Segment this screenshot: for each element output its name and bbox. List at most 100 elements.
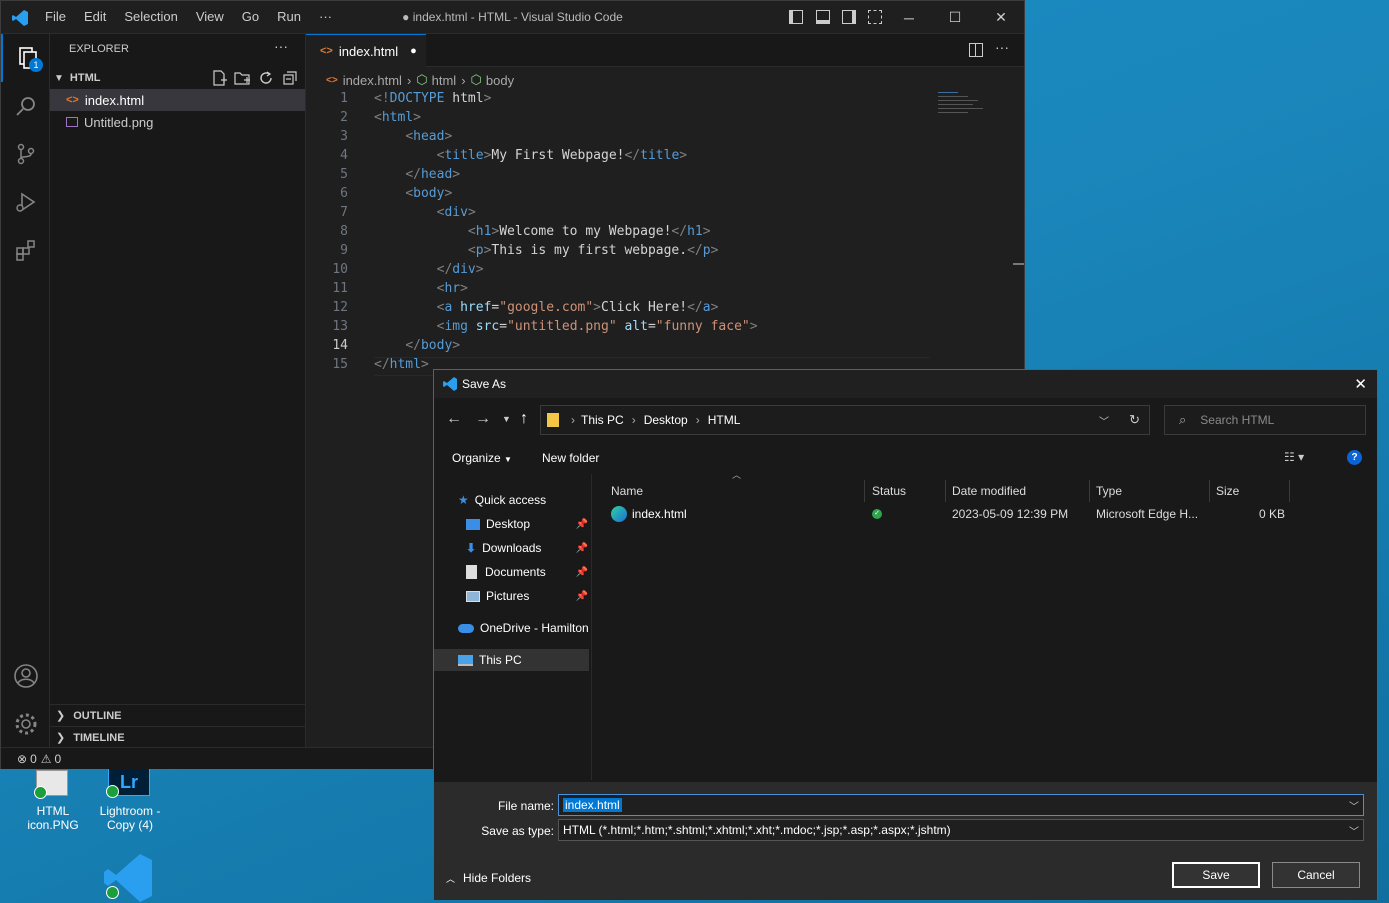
toggle-secondary-sidebar-icon[interactable]: [842, 10, 856, 24]
minimap[interactable]: [938, 90, 988, 118]
breadcrumb-item[interactable]: index.html: [343, 73, 402, 88]
desktop-icon-vscode[interactable]: [104, 852, 154, 903]
code-line[interactable]: <!DOCTYPE html>: [374, 91, 491, 106]
source-control-button[interactable]: [1, 130, 50, 178]
path-segment[interactable]: HTML: [708, 413, 741, 427]
tab-index-html[interactable]: <> index.html ●: [306, 34, 426, 67]
extensions-icon: [15, 240, 35, 261]
chevron-down-icon[interactable]: ﹀: [1099, 413, 1109, 428]
maximize-button[interactable]: ☐: [932, 1, 978, 34]
menu-run[interactable]: Run: [277, 9, 301, 24]
timeline-section[interactable]: ❯ TIMELINE: [50, 726, 305, 748]
nav-downloads[interactable]: ⬇ Downloads 📌: [466, 537, 588, 559]
hide-folders-button[interactable]: ︿ Hide Folders: [446, 871, 531, 885]
code-line[interactable]: <div>: [374, 205, 476, 220]
view-options-icon[interactable]: ☷ ▾: [1284, 450, 1304, 464]
refresh-icon[interactable]: ↻: [1129, 412, 1140, 428]
code-line[interactable]: </body>: [374, 338, 460, 353]
menu-file[interactable]: File: [45, 9, 66, 24]
menu-selection[interactable]: Selection: [124, 9, 177, 24]
outline-section[interactable]: ❯ OUTLINE: [50, 704, 305, 726]
search-button[interactable]: [1, 82, 50, 130]
breadcrumb-item[interactable]: body: [486, 73, 514, 88]
toggle-panel-icon[interactable]: [816, 10, 830, 24]
more-actions-icon[interactable]: ···: [995, 39, 1009, 55]
pin-icon[interactable]: 📌: [576, 519, 588, 530]
desktop-icon-html-png[interactable]: HTML icon.PNG: [22, 770, 84, 840]
nav-onedrive[interactable]: OneDrive - Hamilton: [458, 617, 589, 639]
cancel-button[interactable]: Cancel: [1272, 862, 1360, 888]
column-type[interactable]: Type: [1090, 480, 1210, 502]
menu-more[interactable]: ···: [319, 9, 332, 24]
code-line[interactable]: <html>: [374, 110, 421, 125]
chevron-down-icon[interactable]: ﹀: [1349, 823, 1359, 838]
back-arrow-icon[interactable]: ←: [446, 410, 462, 428]
organize-button[interactable]: Organize ▼: [452, 451, 512, 465]
code-line[interactable]: <hr>: [374, 281, 468, 296]
breadcrumb-item[interactable]: html: [432, 73, 457, 88]
new-folder-icon[interactable]: [234, 70, 250, 86]
file-row-index-html[interactable]: index.html ✓ 2023-05-09 12:39 PM Microso…: [605, 504, 1305, 526]
menu-edit[interactable]: Edit: [84, 9, 106, 24]
code-line[interactable]: <img src="untitled.png" alt="funny face"…: [374, 319, 758, 334]
new-folder-button[interactable]: New folder: [542, 451, 599, 465]
file-name-input[interactable]: index.html ﹀: [558, 794, 1364, 816]
dialog-close-icon[interactable]: ✕: [1354, 375, 1367, 393]
forward-arrow-icon[interactable]: →: [475, 410, 491, 428]
column-size[interactable]: Size: [1210, 480, 1290, 502]
tab-bar: <> index.html ● ···: [306, 34, 1024, 67]
code-line[interactable]: </html>: [374, 357, 429, 372]
column-status[interactable]: Status: [866, 480, 946, 502]
code-line[interactable]: </div>: [374, 262, 484, 277]
recent-locations-icon[interactable]: ▼: [502, 414, 511, 424]
pin-icon[interactable]: 📌: [576, 591, 588, 602]
file-item-untitled-png[interactable]: Untitled.png: [50, 111, 305, 133]
problems-indicator[interactable]: ⊗ 0 ⚠ 0: [17, 752, 61, 766]
refresh-icon[interactable]: [258, 70, 274, 86]
path-segment[interactable]: Desktop: [644, 413, 688, 427]
chevron-down-icon[interactable]: ﹀: [1349, 798, 1359, 813]
menu-view[interactable]: View: [196, 9, 224, 24]
code-line[interactable]: <p>This is my first webpage.</p>: [374, 243, 718, 258]
nav-documents[interactable]: Documents 📌: [466, 561, 588, 583]
code-line[interactable]: <title>My First Webpage!</title>: [374, 148, 687, 163]
column-date-modified[interactable]: Date modified: [946, 480, 1090, 502]
pin-icon[interactable]: 📌: [576, 567, 588, 578]
close-button[interactable]: ✕: [978, 1, 1024, 34]
run-debug-button[interactable]: [1, 178, 50, 226]
nav-quick-access[interactable]: ★ Quick access: [458, 489, 546, 511]
nav-pictures[interactable]: Pictures 📌: [466, 585, 588, 607]
nav-desktop[interactable]: Desktop 📌: [466, 513, 588, 535]
search-box[interactable]: ⌕ Search HTML: [1164, 405, 1366, 435]
path-segment[interactable]: This PC: [581, 413, 624, 427]
pin-icon[interactable]: 📌: [576, 543, 588, 554]
save-button[interactable]: Save: [1172, 862, 1260, 888]
explorer-button[interactable]: 1: [1, 34, 50, 82]
code-line[interactable]: <head>: [374, 129, 452, 144]
accounts-button[interactable]: [1, 652, 50, 700]
collapse-all-icon[interactable]: [282, 70, 298, 86]
code-line[interactable]: </head>: [374, 167, 460, 182]
more-actions-icon[interactable]: ···: [274, 38, 288, 54]
file-item-index-html[interactable]: <> index.html: [50, 89, 305, 111]
new-file-icon[interactable]: [211, 70, 227, 86]
code-line[interactable]: <body>: [374, 186, 452, 201]
line-number: 12: [332, 300, 348, 315]
address-bar[interactable]: › This PC › Desktop › HTML ﹀ ↻: [540, 405, 1150, 435]
minimize-button[interactable]: ─: [886, 1, 932, 34]
unsaved-dot-icon[interactable]: ●: [410, 45, 417, 57]
split-editor-icon[interactable]: [969, 43, 983, 57]
column-name[interactable]: Name: [605, 480, 865, 502]
manage-button[interactable]: [1, 700, 50, 748]
extensions-button[interactable]: [1, 226, 50, 274]
menu-go[interactable]: Go: [242, 9, 259, 24]
help-icon[interactable]: ?: [1347, 450, 1362, 465]
desktop-icon-lightroom[interactable]: Lr Lightroom - Copy (4): [94, 760, 166, 840]
save-type-select[interactable]: HTML (*.html;*.htm;*.shtml;*.xhtml;*.xht…: [558, 819, 1364, 841]
toggle-sidebar-icon[interactable]: [789, 10, 803, 24]
nav-this-pc[interactable]: This PC: [434, 649, 589, 671]
code-line[interactable]: <h1>Welcome to my Webpage!</h1>: [374, 224, 711, 239]
customize-layout-icon[interactable]: [868, 10, 882, 24]
up-arrow-icon[interactable]: ↑: [520, 410, 528, 428]
code-line[interactable]: <a href="google.com">Click Here!</a>: [374, 300, 719, 315]
